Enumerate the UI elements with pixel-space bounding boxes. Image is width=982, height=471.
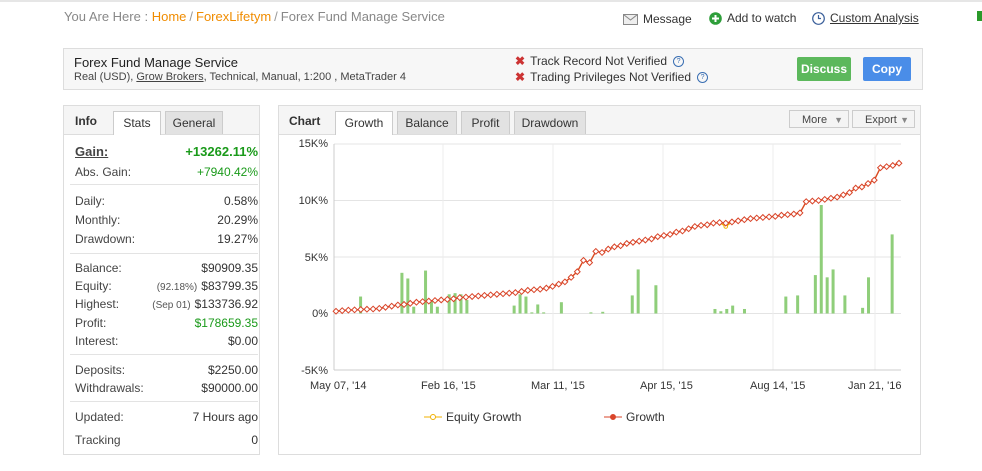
volume-bar bbox=[890, 234, 894, 314]
volume-bar bbox=[843, 295, 847, 314]
volume-bar bbox=[536, 304, 540, 314]
volume-bar bbox=[831, 269, 835, 314]
volume-bar bbox=[406, 278, 410, 314]
volume-bar bbox=[725, 308, 729, 314]
volume-bar bbox=[601, 311, 605, 314]
x-tick-label: May 07, '14 bbox=[310, 380, 367, 392]
volume-bar bbox=[559, 302, 563, 314]
volume-bar bbox=[742, 308, 746, 314]
volume-bar bbox=[636, 269, 640, 314]
volume-bar bbox=[861, 307, 865, 314]
volume-bar bbox=[524, 296, 528, 314]
volume-bar bbox=[518, 294, 522, 314]
volume-bar bbox=[424, 270, 428, 314]
volume-bar bbox=[412, 306, 416, 314]
x-tick-label: Mar 11, '15 bbox=[531, 380, 585, 392]
legend-growth-marker bbox=[604, 414, 622, 420]
legend-equity-label: Equity Growth bbox=[446, 410, 522, 424]
volume-bar bbox=[465, 299, 469, 314]
legend-item-equity[interactable]: Equity Growth bbox=[424, 410, 521, 424]
volume-bar bbox=[589, 312, 593, 314]
x-tick-label: Apr 15, '15 bbox=[640, 380, 693, 392]
growth-chart bbox=[332, 143, 903, 371]
volume-bar bbox=[813, 275, 817, 314]
x-tick-label: Jan 21, '16 bbox=[848, 380, 902, 392]
volume-bar bbox=[713, 308, 717, 314]
volume-bar bbox=[530, 312, 534, 314]
volume-bar bbox=[630, 295, 634, 314]
volume-bar bbox=[825, 277, 829, 314]
volume-bar bbox=[784, 296, 788, 314]
x-tick-label: Aug 14, '15 bbox=[750, 380, 806, 392]
legend-growth-label: Growth bbox=[626, 410, 665, 424]
volume-bar bbox=[435, 306, 439, 314]
volume-bar bbox=[654, 285, 658, 314]
volume-bar bbox=[796, 295, 800, 314]
x-tick-label: Feb 16, '15 bbox=[421, 380, 476, 392]
volume-bar bbox=[867, 277, 871, 314]
volume-bar bbox=[819, 205, 823, 314]
legend-equity-marker bbox=[424, 414, 442, 420]
volume-bar bbox=[731, 305, 735, 314]
volume-bar bbox=[512, 305, 516, 314]
volume-bar bbox=[542, 312, 546, 314]
volume-bar bbox=[400, 272, 404, 314]
volume-bar bbox=[719, 311, 723, 314]
legend-item-growth[interactable]: Growth bbox=[604, 410, 665, 424]
